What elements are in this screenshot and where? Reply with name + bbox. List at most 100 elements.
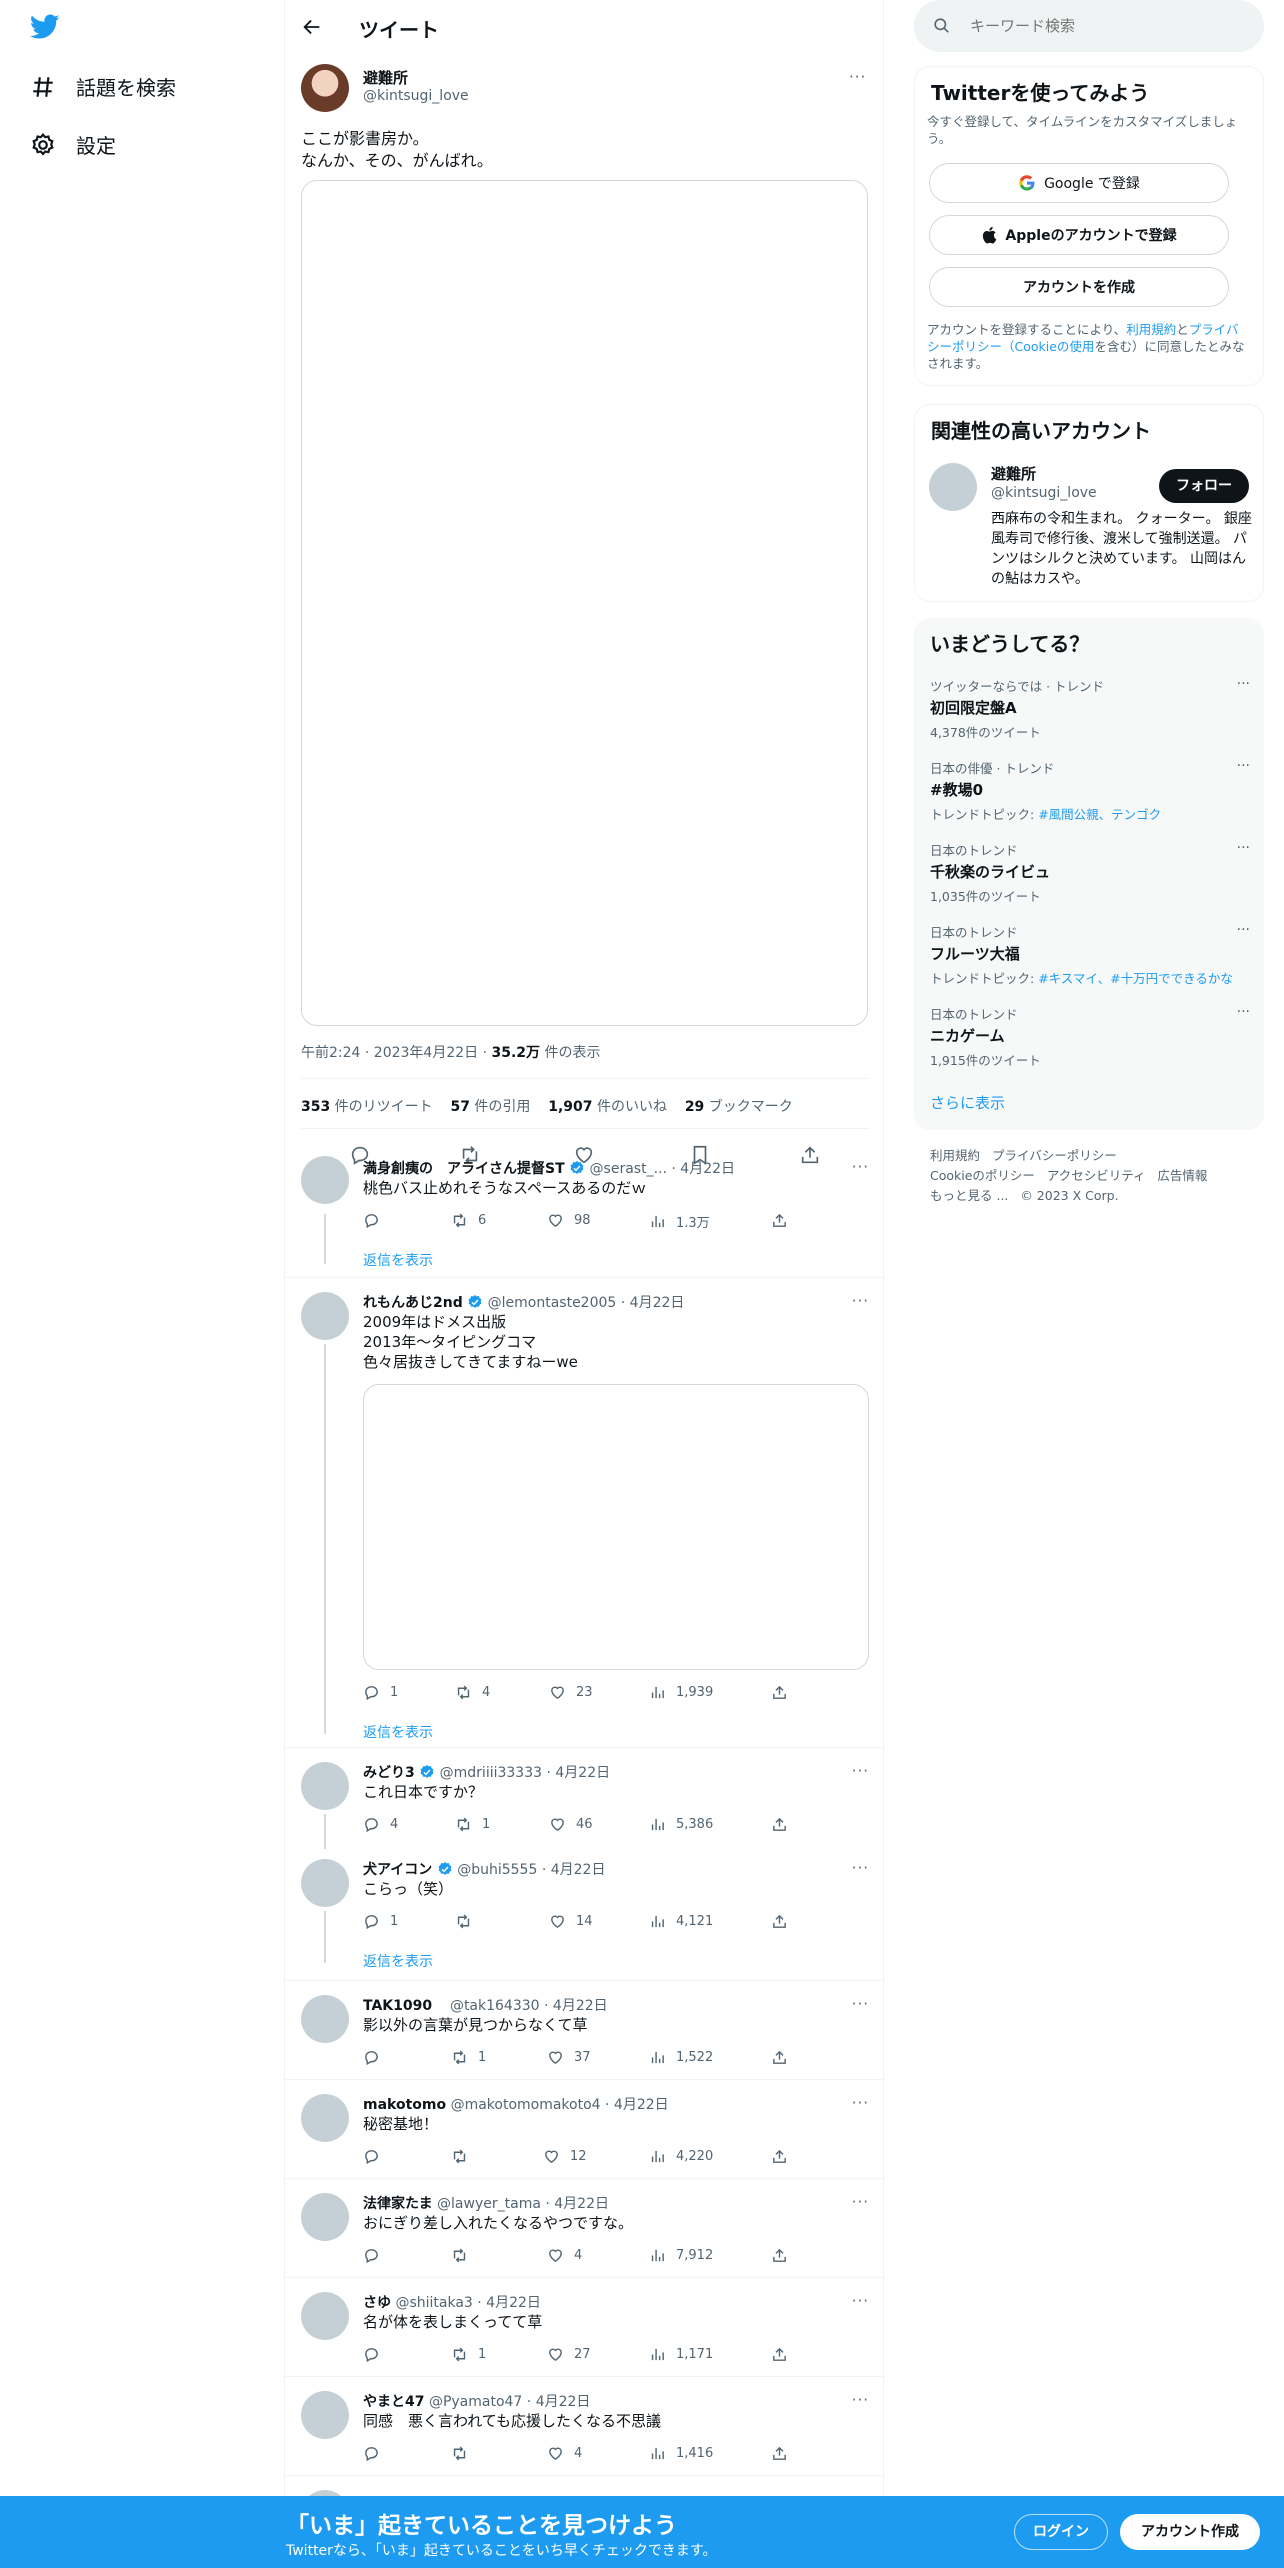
reply-item[interactable]: makotomo @makotomomakoto4 · 4月22日 ··· 秘密… [285, 2080, 885, 2179]
reply-item[interactable]: TAK1090 @tak164330 · 4月22日 ··· 影以外の言葉が見つ… [285, 1981, 885, 2080]
retweet-button[interactable]: 6 [451, 1212, 486, 1229]
avatar[interactable] [301, 2391, 349, 2439]
more-icon[interactable]: ··· [852, 2391, 869, 2409]
share-button[interactable] [771, 2346, 788, 2363]
retweet-button[interactable] [451, 2148, 478, 2165]
like-button[interactable]: 4 [547, 2445, 582, 2462]
avatar[interactable] [301, 1859, 349, 1907]
search-box[interactable] [914, 0, 1264, 52]
reply-author-name[interactable]: やまと47 [363, 2394, 424, 2410]
reply-button[interactable]: 1 [363, 1913, 398, 1930]
tweet-media[interactable] [301, 180, 868, 1026]
show-replies-link[interactable]: 返信を表示 [363, 1250, 433, 1270]
author-handle[interactable]: @kintsugi_love [363, 88, 469, 104]
reply-date[interactable]: · 4月22日 [545, 2196, 609, 2212]
reply-handle[interactable]: @makotomomakoto4 [451, 2097, 601, 2113]
share-button[interactable] [771, 1684, 788, 1701]
avatar[interactable] [301, 1156, 349, 1204]
reply-item[interactable]: さゆ @shiitaka3 · 4月22日 ··· 名が体を表しまくってて草 1… [285, 2278, 885, 2377]
reply-date[interactable]: · 4月22日 [542, 1862, 606, 1878]
reply-handle[interactable]: @buhi5555 [457, 1862, 537, 1878]
footer-link[interactable]: 利用規約 [930, 1148, 980, 1163]
share-button[interactable] [771, 1913, 788, 1930]
more-icon[interactable]: ··· [852, 2292, 869, 2310]
avatar[interactable] [301, 2292, 349, 2340]
retweet-button[interactable] [451, 2247, 478, 2264]
share-button[interactable] [771, 1212, 788, 1229]
author-avatar[interactable] [301, 64, 349, 112]
like-button[interactable]: 37 [547, 2049, 591, 2066]
reply-item[interactable]: みどり3 @mdriiii33333 · 4月22日 ··· これ日本ですか？ … [285, 1748, 885, 1849]
avatar[interactable] [301, 1762, 349, 1810]
reply-author-name[interactable]: みどり3 [363, 1765, 415, 1781]
tweet-time[interactable]: 午前2:24 · 2023年4月22日 · [301, 1045, 492, 1061]
more-icon[interactable]: ··· [852, 1859, 869, 1877]
more-icon[interactable]: ··· [852, 2193, 869, 2211]
reply-handle[interactable]: @serast_... [590, 1161, 667, 1177]
like-button[interactable]: 46 [549, 1816, 593, 1833]
like-button[interactable]: 4 [547, 2247, 582, 2264]
more-icon[interactable]: ··· [852, 1292, 869, 1310]
reply-handle[interactable]: @lemontaste2005 [488, 1295, 617, 1311]
reply-handle[interactable]: @tak164330 [450, 1998, 540, 2014]
views-button[interactable]: 5,386 [649, 1816, 713, 1833]
footer-link[interactable]: 広告情報 [1157, 1168, 1207, 1183]
footer-link[interactable]: もっと見る ... [930, 1188, 1008, 1203]
more-icon[interactable]: ··· [852, 2094, 869, 2112]
like-button[interactable]: 23 [549, 1684, 593, 1701]
views-button[interactable]: 4,220 [649, 2148, 713, 2165]
show-replies-link[interactable]: 返信を表示 [363, 1951, 433, 1971]
reply-button[interactable] [363, 2148, 390, 2165]
reply-item[interactable]: 犬アイコン @buhi5555 · 4月22日 ··· こらっ（笑） 1 14 … [285, 1845, 885, 1981]
reply-media[interactable] [363, 1384, 869, 1670]
like-button[interactable]: 12 [543, 2148, 587, 2165]
apple-signup-button[interactable]: Appleのアカウントで登録 [929, 215, 1229, 255]
show-more-link[interactable]: さらに表示 [930, 1092, 1005, 1113]
retweet-button[interactable]: 1 [451, 2049, 486, 2066]
footer-link[interactable]: Cookieのポリシー [930, 1168, 1035, 1183]
views-button[interactable]: 7,912 [649, 2247, 713, 2264]
back-arrow-icon[interactable] [301, 16, 323, 38]
show-replies-link[interactable]: 返信を表示 [363, 1722, 433, 1742]
trend-topic-links[interactable]: #キスマイ、#十万円でできるかな [1038, 971, 1233, 986]
retweet-button[interactable]: 4 [455, 1684, 490, 1701]
signup-button[interactable]: アカウント作成 [1120, 2514, 1260, 2550]
more-icon[interactable]: ··· [852, 1762, 869, 1780]
twitter-logo-icon[interactable] [30, 14, 60, 40]
author-name[interactable]: 避難所 [363, 67, 408, 88]
reply-item[interactable]: 法律家たま @lawyer_tama · 4月22日 ··· おにぎり差し入れた… [285, 2179, 885, 2278]
share-button[interactable] [771, 1816, 788, 1833]
reply-button[interactable] [363, 2049, 390, 2066]
views-button[interactable]: 1,171 [649, 2346, 713, 2363]
views-button[interactable]: 4,121 [649, 1913, 713, 1930]
reply-date[interactable]: · 4月22日 [544, 1998, 608, 2014]
avatar[interactable] [301, 2094, 349, 2142]
avatar[interactable] [929, 463, 977, 511]
terms-link[interactable]: 利用規約 [1126, 322, 1176, 337]
more-icon[interactable]: ··· [1237, 676, 1250, 692]
retweet-button[interactable] [451, 2445, 478, 2462]
reply-author-name[interactable]: さゆ [363, 2295, 391, 2311]
reply-handle[interactable]: @lawyer_tama [437, 2196, 541, 2212]
retweet-button[interactable] [455, 1913, 482, 1930]
more-icon[interactable]: ··· [849, 68, 866, 86]
reply-date[interactable]: · 4月22日 [671, 1161, 735, 1177]
reply-author-name[interactable]: 法律家たま [363, 2196, 433, 2212]
more-icon[interactable]: ··· [1237, 840, 1250, 856]
footer-link[interactable]: プライバシーポリシー [992, 1148, 1117, 1163]
login-button[interactable]: ログイン [1014, 2514, 1108, 2550]
reply-button[interactable] [363, 2247, 390, 2264]
trend-item[interactable]: 日本の俳優 · トレンド #教場0 トレンドトピック: #風間公親、テンゴク ·… [930, 758, 1250, 823]
related-name[interactable]: 避難所 [991, 463, 1036, 484]
more-icon[interactable]: ··· [852, 1995, 869, 2013]
trend-item[interactable]: 日本のトレンド ニカゲーム 1,915件のツイート ··· [930, 1004, 1250, 1069]
trend-item[interactable]: 日本のトレンド 千秋楽のライビュ 1,035件のツイート ··· [930, 840, 1250, 905]
retweets-stat[interactable]: 353 件のリツイート [301, 1099, 433, 1115]
footer-link[interactable]: アクセシビリティ [1047, 1168, 1146, 1183]
reply-handle[interactable]: @Pyamato47 [429, 2394, 522, 2410]
search-input[interactable] [970, 12, 1240, 40]
share-button[interactable] [771, 2445, 788, 2462]
reply-handle[interactable]: @mdriiii33333 [440, 1765, 542, 1781]
more-icon[interactable]: ··· [1237, 758, 1250, 774]
reply-button[interactable]: 1 [363, 1684, 398, 1701]
